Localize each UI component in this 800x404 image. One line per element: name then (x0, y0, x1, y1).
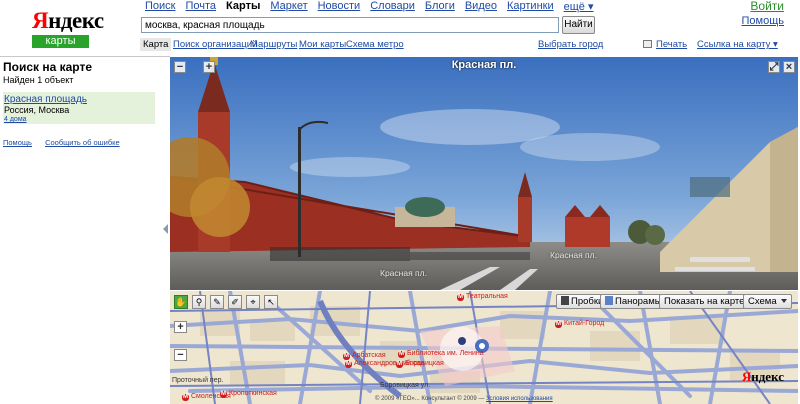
panorama-title: Красная пл. (451, 59, 517, 71)
traffic-label: Пробки (571, 296, 604, 307)
copyright-text: © 2009 «ГЕО»... Консультант © 2009 — (375, 396, 485, 402)
street-label: Проточный пер. (172, 377, 224, 384)
service-images[interactable]: Картинки (507, 0, 554, 14)
map-yandex-logo: Яндекс (742, 369, 784, 385)
print-action[interactable]: Печать (643, 39, 687, 50)
result-houses[interactable]: 4 дома (4, 116, 154, 123)
panel-links: Помощь Сообщить об ошибке (3, 138, 131, 147)
search-input[interactable] (141, 17, 559, 33)
tab-routes[interactable]: Маршруты (250, 39, 297, 50)
metro-label: Библиотека им. Ленина (398, 350, 484, 358)
metro-label: Кропоткинская (220, 390, 277, 398)
collapse-panel-icon[interactable] (163, 224, 168, 234)
results-count: Найден 1 объект (3, 75, 74, 85)
ruler-icon[interactable]: ✎ (210, 295, 224, 309)
panorama-street-label-1[interactable]: Красная пл. (380, 268, 427, 278)
panel-title: Поиск на карте (3, 60, 93, 74)
edit-icon[interactable]: ✐ (228, 295, 242, 309)
service-blogs[interactable]: Блоги (425, 0, 455, 14)
map-logo-word: ндекс (751, 369, 784, 384)
service-search[interactable]: Поиск (145, 0, 175, 14)
street-label: Боровицкая ул. (380, 382, 431, 389)
service-mail[interactable]: Почта (185, 0, 216, 14)
map-tabs: Карта Поиск организаций Маршруты Мои кар… (140, 38, 790, 53)
panoramas-button[interactable]: Панорамы (600, 294, 667, 309)
auth-block: Войти Помощь (742, 0, 785, 28)
close-icon[interactable]: × (783, 61, 795, 73)
logo-letter: Я (32, 8, 49, 33)
tab-metro-scheme[interactable]: Схема метро (346, 39, 404, 50)
search-results-panel: Поиск на карте Найден 1 объект Красная п… (3, 60, 163, 147)
yandex-logo[interactable]: Яндекс карты (32, 8, 104, 48)
service-video[interactable]: Видео (465, 0, 497, 14)
service-news[interactable]: Новости (318, 0, 361, 14)
fullscreen-icon[interactable]: ⤢ (768, 61, 780, 73)
panorama-street-label-2[interactable]: Красная пл. (550, 250, 597, 260)
metro-label: Китай-Город (555, 320, 604, 328)
result-item[interactable]: Красная площадь Россия, Москва 4 дома (3, 92, 155, 124)
map-zoom-out-button[interactable]: − (174, 349, 187, 361)
marker-icon[interactable]: ⌖ (246, 295, 260, 309)
terms-link[interactable]: Условия использования (486, 396, 553, 402)
map-type-dropdown[interactable]: Схема (743, 294, 792, 309)
service-maps[interactable]: Карты (226, 0, 260, 14)
show-on-map-label: Показать на карте (664, 296, 745, 307)
login-link[interactable]: Войти (750, 0, 784, 13)
print-link[interactable]: Печать (656, 39, 687, 50)
panorama-zoom-in-button[interactable]: + (203, 61, 215, 73)
tab-my-maps[interactable]: Мои карты (299, 39, 346, 50)
result-name[interactable]: Красная площадь (4, 94, 87, 105)
panorama-zoom-out-button[interactable]: − (174, 61, 186, 73)
service-dictionaries[interactable]: Словари (370, 0, 415, 14)
select-icon[interactable]: ↖ (264, 295, 278, 309)
panorama-image (170, 57, 798, 290)
help-link[interactable]: Помощь (742, 15, 785, 28)
map-zoom-in-button[interactable]: + (174, 321, 187, 333)
traffic-light-icon (561, 296, 569, 305)
maps-badge: карты (32, 35, 89, 48)
search-button[interactable]: Найти (562, 16, 595, 34)
map-view[interactable]: ✋ ⚲ ✎ ✐ ⌖ ↖ Пробки Панорамы Показать на … (170, 291, 798, 404)
panorama-view[interactable]: Красная пл. − + ⤢ × Красная пл. Красная … (170, 57, 798, 290)
services-nav: Поиск Почта Карты Маркет Новости Словари… (145, 0, 603, 14)
metro-label: Театральная (457, 293, 508, 301)
panorama-icon (605, 296, 613, 305)
metro-label: Арбатская (343, 352, 386, 360)
choose-city-link[interactable]: Выбрать город (538, 39, 603, 50)
map-logo-letter: Я (741, 369, 752, 384)
panoramas-label: Панорамы (615, 296, 662, 307)
hand-tool-icon[interactable]: ✋ (174, 295, 188, 309)
service-market[interactable]: Маркет (270, 0, 307, 14)
result-place: Россия, Москва (4, 105, 70, 115)
map-link-menu[interactable]: Ссылка на карту ▾ (697, 39, 778, 50)
map-copyright: © 2009 «ГЕО»... Консультант © 2009 — Усл… (375, 396, 553, 402)
map-type-label: Схема (748, 296, 777, 307)
service-more[interactable]: ещё ▾ (564, 0, 594, 14)
zoom-area-icon[interactable]: ⚲ (192, 295, 206, 309)
metro-label: Боровицкая (396, 360, 444, 368)
report-error-link[interactable]: Сообщить об ошибке (45, 138, 120, 147)
tab-org-search[interactable]: Поиск организаций (173, 39, 257, 50)
panel-help-link[interactable]: Помощь (3, 138, 32, 147)
tab-map[interactable]: Карта (140, 38, 172, 51)
header-divider (0, 56, 170, 57)
chevron-down-icon (780, 299, 787, 303)
printer-icon (643, 40, 652, 48)
logo-word: ндекс (48, 8, 104, 33)
